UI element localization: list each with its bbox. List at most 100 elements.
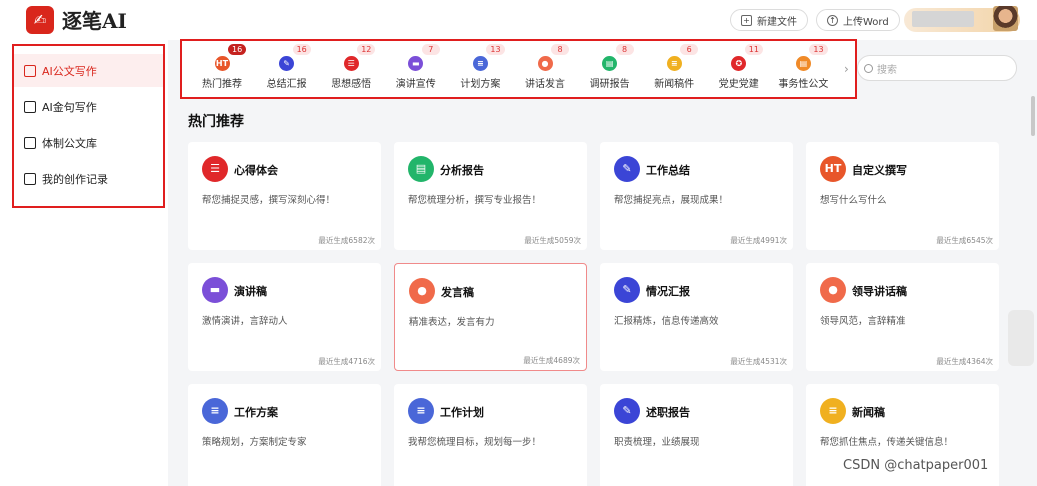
- category-tab[interactable]: 8 ▤ 调研报告: [578, 41, 642, 97]
- category-icon: ✪: [731, 56, 747, 71]
- category-tab[interactable]: 13 ▤ 事务性公文: [771, 41, 835, 97]
- new-file-label: 新建文件: [757, 16, 797, 28]
- category-label: 总结汇报: [266, 79, 307, 90]
- usage-count: 最近生成4991次: [730, 236, 787, 245]
- template-card[interactable]: ▤ 分析报告 帮您梳理分析，撰写专业报告！ 最近生成5059次: [394, 142, 587, 250]
- template-card[interactable]: HT 自定义撰写 想写什么写什么 最近生成6545次: [806, 142, 999, 250]
- count-badge: 16: [292, 44, 311, 55]
- template-icon: ≡: [202, 398, 228, 424]
- template-title: 发言稿: [441, 286, 474, 299]
- category-label: 热门推荐: [202, 79, 242, 90]
- category-icon: ✎: [279, 56, 295, 71]
- search-icon: [864, 63, 873, 73]
- scrollbar[interactable]: [1031, 96, 1035, 136]
- template-title: 心得体会: [234, 164, 278, 177]
- search-box[interactable]: 搜索: [857, 55, 1017, 81]
- logo-icon: ✍: [26, 5, 54, 34]
- template-description: 想写什么写什么: [820, 195, 887, 206]
- template-card[interactable]: ● 发言稿 精准表达，发言有力 最近生成4689次: [394, 263, 587, 371]
- search-input[interactable]: 搜索: [877, 61, 897, 76]
- avatar[interactable]: [993, 6, 1018, 31]
- count-badge: 8: [615, 44, 634, 55]
- plus-icon: +: [741, 14, 752, 26]
- template-icon: ●: [820, 277, 846, 303]
- template-title: 自定义撰写: [852, 164, 907, 177]
- category-label: 计划方案: [460, 79, 501, 90]
- category-tab[interactable]: 12 ☰ 思想感悟: [319, 41, 383, 97]
- category-bar: 16 HT 热门推荐 16 ✎ 总结汇报 12 ☰ 思想感悟 7 ▬ 演讲宣传 13 ≡ 计划方案 8 ● 讲话发…: [180, 39, 857, 99]
- template-title: 演讲稿: [234, 285, 267, 298]
- count-badge: 12: [357, 44, 376, 55]
- count-badge: 6: [680, 44, 699, 55]
- count-badge: 7: [421, 44, 440, 55]
- category-icon: ▬: [408, 56, 424, 71]
- category-label: 新闻稿件: [654, 79, 695, 90]
- category-label: 思想感悟: [331, 79, 372, 90]
- template-description: 汇报精炼，信息传递高效: [614, 316, 719, 327]
- sidebar-highlight-box: [12, 44, 165, 208]
- template-card[interactable]: ≡ 工作计划 我帮您梳理目标，规划每一步！: [394, 384, 587, 486]
- template-icon: ▬: [202, 277, 228, 303]
- template-card[interactable]: ≡ 工作方案 策略规划，方案制定专家: [188, 384, 381, 486]
- count-badge: 13: [809, 44, 828, 55]
- template-title: 分析报告: [440, 164, 484, 177]
- template-description: 策略规划，方案制定专家: [202, 437, 307, 448]
- category-icon: HT: [214, 56, 230, 71]
- app-title: 逐笔AI: [62, 9, 127, 33]
- template-title: 情况汇报: [646, 285, 690, 298]
- category-label: 演讲宣传: [395, 79, 436, 90]
- app-logo[interactable]: ✍ 逐笔AI: [26, 5, 127, 34]
- template-title: 领导讲话稿: [852, 285, 907, 298]
- category-label: 讲话发言: [525, 79, 565, 90]
- category-tab[interactable]: 16 HT 热门推荐: [190, 41, 254, 97]
- template-description: 职责梳理，业绩展现: [614, 437, 700, 448]
- template-card[interactable]: ✎ 情况汇报汇报精炼，信息传递高效最近生成4531次: [600, 263, 793, 371]
- template-card[interactable]: ● 领导讲话稿领导风范，言辞精准最近生成4364次: [806, 263, 999, 371]
- usage-count: 最近生成4689次: [523, 356, 580, 365]
- template-title: 述职报告: [646, 406, 690, 419]
- usage-count: 最近生成4531次: [730, 357, 787, 366]
- category-tab[interactable]: 11 ✪ 党史党建: [707, 41, 771, 97]
- template-icon: ●: [409, 278, 435, 304]
- category-tab[interactable]: 13 ≡ 计划方案: [448, 41, 512, 97]
- usage-count: 最近生成4716次: [318, 357, 375, 366]
- count-badge: 11: [744, 44, 763, 55]
- template-card[interactable]: ▬ 演讲稿激情演讲，言辞动人最近生成4716次: [188, 263, 381, 371]
- template-description: 激情演讲，言辞动人: [202, 316, 288, 327]
- template-icon: ✎: [614, 156, 640, 182]
- template-title: 工作总结: [646, 164, 690, 177]
- category-icon: ≡: [666, 56, 682, 71]
- template-card[interactable]: ☰ 心得体会帮您捕捉灵感，撰写深刻心得！ 最近生成6582次: [188, 142, 381, 250]
- new-file-button[interactable]: + 新建文件: [730, 9, 808, 31]
- floating-side-tab[interactable]: [1008, 310, 1034, 366]
- upload-word-button[interactable]: ↑ 上传Word: [816, 9, 900, 31]
- template-icon: ☰: [202, 156, 228, 182]
- category-tab[interactable]: 8 ● 讲话发言: [513, 41, 577, 97]
- usage-count: 最近生成5059次: [524, 236, 581, 245]
- category-tab[interactable]: 16 ✎ 总结汇报: [255, 41, 319, 97]
- category-tab[interactable]: 6 ≡ 新闻稿件: [642, 41, 706, 97]
- category-icon: ≡: [472, 56, 488, 71]
- template-icon: ✎: [614, 277, 640, 303]
- upload-label: 上传Word: [843, 16, 889, 28]
- template-card[interactable]: ✎ 述职报告职责梳理，业绩展现: [600, 384, 793, 486]
- template-description: 帮您捕捉灵感，撰写深刻心得！: [202, 195, 336, 206]
- category-icon: ▤: [795, 56, 811, 71]
- count-badge: 13: [486, 44, 505, 55]
- count-badge: 16: [228, 44, 247, 55]
- watermark: CSDN @chatpaper001: [843, 458, 989, 473]
- chevron-right-icon[interactable]: ›: [844, 62, 849, 76]
- category-label: 事务性公文: [778, 79, 829, 90]
- usage-count: 最近生成4364次: [936, 357, 993, 366]
- template-icon: ≡: [408, 398, 434, 424]
- template-description: 我帮您梳理目标，规划每一步！: [408, 437, 542, 448]
- category-label: 党史党建: [718, 79, 759, 90]
- category-tab[interactable]: 7 ▬ 演讲宣传: [384, 41, 448, 97]
- template-description: 帮您梳理分析，撰写专业报告！: [408, 195, 542, 206]
- template-description: 领导风范，言辞精准: [820, 316, 906, 327]
- category-icon: ●: [537, 56, 553, 71]
- usage-count: 最近生成6582次: [318, 236, 375, 245]
- template-card[interactable]: ✎ 工作总结 帮您捕捉亮点，展现成果！ 最近生成4991次: [600, 142, 793, 250]
- template-icon: ✎: [614, 398, 640, 424]
- username-redacted: [912, 11, 974, 27]
